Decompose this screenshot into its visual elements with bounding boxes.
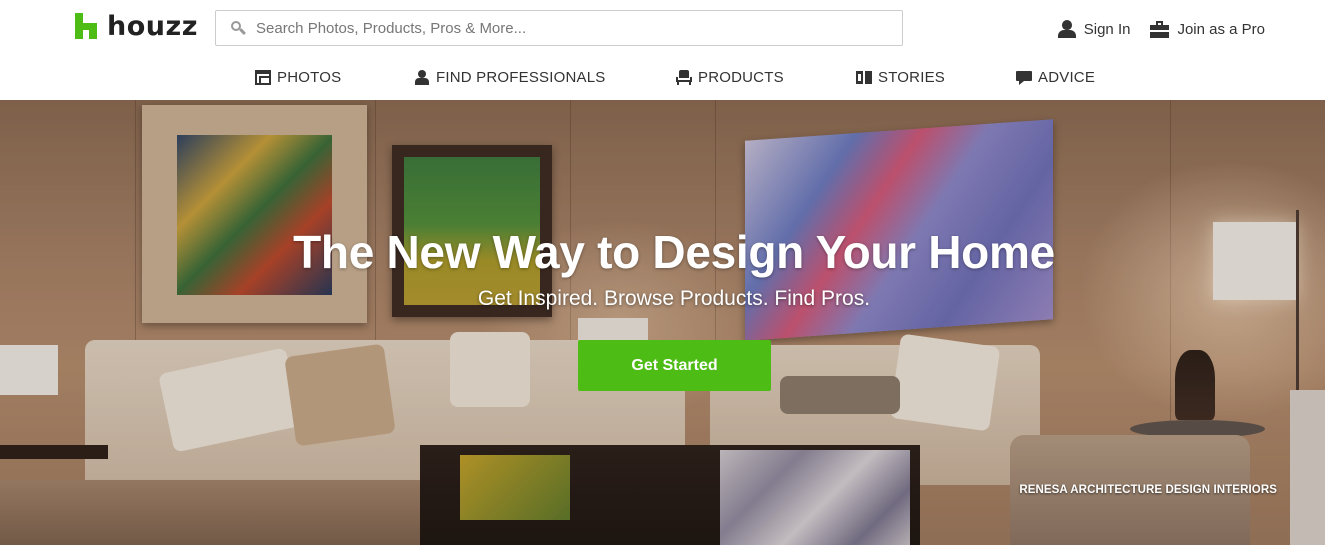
photo-credit-link[interactable]: RENESA ARCHITECTURE DESIGN INTERIORS: [1019, 484, 1277, 496]
nav-item-advice[interactable]: ADVICE: [1016, 60, 1095, 94]
site-header: houzz Sign In Join as a Pro PHOTOS FIND …: [0, 0, 1325, 100]
main-nav: PHOTOS FIND PROFESSIONALS PRODUCTS STORI…: [0, 60, 1325, 94]
professional-icon: [414, 69, 430, 85]
speech-bubble-icon: [1016, 70, 1032, 85]
sign-in-label: Sign In: [1083, 20, 1131, 38]
hero-banner: The New Way to Design Your Home Get Insp…: [0, 100, 1325, 545]
chair-icon: [676, 69, 692, 85]
nav-label: PHOTOS: [277, 68, 342, 86]
user-icon: [1057, 20, 1076, 38]
nav-item-products[interactable]: PRODUCTS: [676, 60, 784, 94]
book-icon: [856, 70, 872, 85]
join-as-pro-label: Join as a Pro: [1177, 20, 1265, 38]
get-started-button[interactable]: Get Started: [578, 340, 771, 391]
search-input[interactable]: [256, 11, 902, 45]
nav-item-find-professionals[interactable]: FIND PROFESSIONALS: [414, 60, 605, 94]
nav-label: PRODUCTS: [698, 68, 784, 86]
houzz-logo[interactable]: houzz: [75, 10, 198, 42]
hero-subtitle: Get Inspired. Browse Products. Find Pros…: [477, 287, 871, 310]
nav-item-photos[interactable]: PHOTOS: [255, 60, 341, 94]
nav-label: ADVICE: [1038, 68, 1096, 86]
nav-label: STORIES: [878, 68, 945, 86]
sign-in-link[interactable]: Sign In: [1057, 20, 1131, 38]
photos-icon: [255, 69, 271, 85]
search-bar: [215, 10, 903, 46]
hero-title: The New Way to Design Your Home: [293, 226, 1055, 278]
search-icon: [216, 11, 256, 45]
join-as-pro-link[interactable]: Join as a Pro: [1150, 20, 1265, 38]
hero-overlay: [0, 100, 1325, 545]
briefcase-icon: [1150, 20, 1170, 38]
houzz-logo-icon: [75, 13, 97, 39]
nav-label: FIND PROFESSIONALS: [436, 68, 606, 86]
nav-item-stories[interactable]: STORIES: [856, 60, 945, 94]
logo-text: houzz: [107, 10, 198, 42]
auth-links: Sign In Join as a Pro: [1057, 20, 1265, 38]
